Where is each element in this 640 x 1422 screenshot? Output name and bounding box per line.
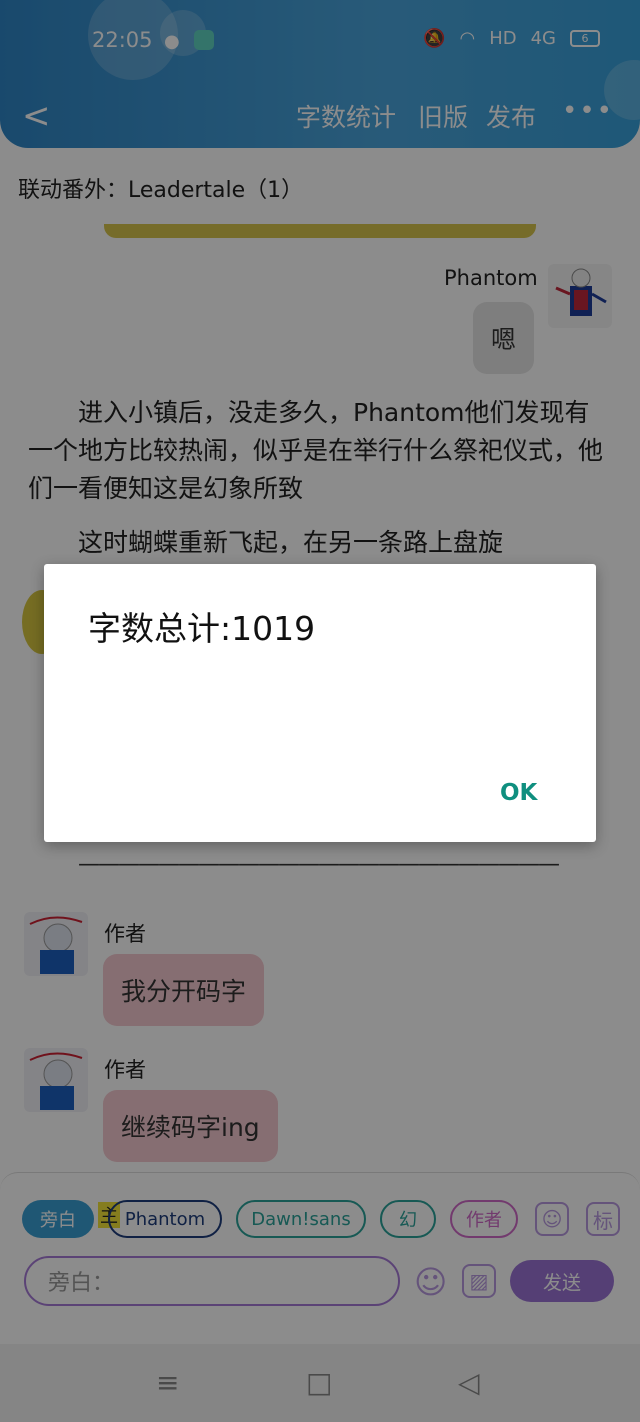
ok-button[interactable]: OK bbox=[500, 780, 537, 806]
dialog-message: 字数总计:1019 bbox=[88, 609, 316, 648]
word-count-dialog: 字数总计:1019 OK bbox=[44, 564, 596, 842]
